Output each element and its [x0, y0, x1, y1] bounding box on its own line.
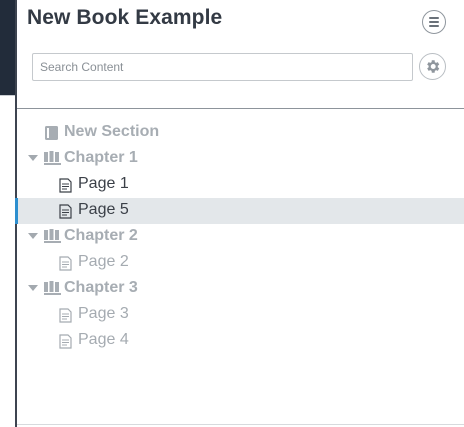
book-title: New Book Example [27, 6, 223, 29]
tree-item-label: New Section [64, 123, 160, 140]
tree-item-label: Chapter 1 [64, 149, 138, 166]
tree-item-page[interactable]: Page 3 [17, 302, 464, 328]
selection-indicator [15, 198, 18, 224]
tree-item-new-section[interactable]: New Section [17, 120, 464, 146]
caret-down-icon[interactable] [28, 285, 38, 291]
tree-item-label: Chapter 3 [64, 279, 138, 296]
tree-item-page-selected[interactable]: Page 5 [15, 198, 464, 224]
tree-item-chapter[interactable]: Chapter 3 [17, 276, 464, 302]
background-header-bar [0, 0, 15, 95]
document-icon [59, 308, 72, 323]
document-icon [59, 178, 72, 193]
menu-icon [429, 17, 439, 19]
tree-item-page[interactable]: Page 4 [17, 328, 464, 354]
background-divider [0, 95, 15, 96]
tree-item-label: Page 5 [78, 201, 129, 218]
tree-item-label: Page 4 [78, 331, 129, 348]
caret-down-icon[interactable] [28, 155, 38, 161]
search-input[interactable] [32, 53, 413, 81]
background-page-strip [0, 0, 15, 427]
settings-button[interactable] [419, 53, 446, 80]
menu-icon-bar [429, 21, 439, 23]
document-icon [59, 204, 72, 219]
header-divider [17, 108, 464, 109]
tree-item-label: Chapter 2 [64, 227, 138, 244]
section-block-icon [45, 126, 58, 140]
book-navigation-panel: New Book Example New Section [15, 0, 464, 427]
document-icon [59, 334, 72, 349]
books-icon [44, 281, 61, 295]
caret-down-icon[interactable] [28, 233, 38, 239]
panel-bottom-border [17, 424, 464, 425]
tree-item-chapter[interactable]: Chapter 1 [17, 146, 464, 172]
tree-item-label: Page 2 [78, 253, 129, 270]
menu-icon-bar [429, 25, 439, 27]
books-icon [44, 151, 61, 165]
tree-item-label: Page 3 [78, 305, 129, 322]
menu-button[interactable] [422, 10, 446, 34]
document-icon [59, 256, 72, 271]
gear-icon [427, 60, 440, 73]
tree-item-chapter[interactable]: Chapter 2 [17, 224, 464, 250]
tree-item-page[interactable]: Page 2 [17, 250, 464, 276]
tree-item-label: Page 1 [78, 175, 129, 192]
books-icon [44, 229, 61, 243]
tree-item-page[interactable]: Page 1 [17, 172, 464, 198]
